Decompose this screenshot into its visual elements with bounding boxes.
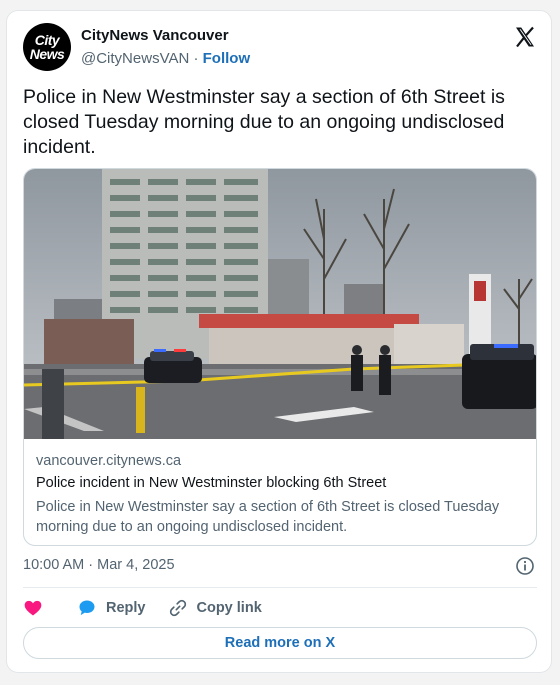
link-icon [169, 599, 186, 617]
like-button[interactable] [23, 598, 43, 618]
x-logo-icon[interactable] [513, 25, 537, 49]
copy-link-button[interactable]: Copy link [168, 598, 262, 618]
author-handle[interactable]: @CityNewsVAN [81, 50, 189, 67]
link-domain: vancouver.citynews.ca [36, 453, 182, 469]
avatar-text-news: News [29, 46, 65, 62]
follow-button[interactable]: Follow [203, 50, 251, 67]
reply-button[interactable]: Reply [77, 598, 146, 618]
reply-bubble-icon [79, 600, 95, 616]
action-bar: Reply Copy link [23, 597, 262, 619]
heart-icon [24, 600, 42, 616]
article-photo [24, 169, 536, 439]
author-handle-row: @CityNewsVAN · Follow [81, 50, 250, 67]
avatar[interactable]: City News [23, 23, 71, 71]
link-preview-card[interactable]: vancouver.citynews.ca Police incident in… [23, 168, 537, 546]
reply-label: Reply [106, 600, 146, 616]
post-timestamp[interactable]: 10:00 AM · Mar 4, 2025 [23, 557, 175, 573]
divider [23, 587, 537, 588]
embedded-post-card: City News CityNews Vancouver @CityNewsVA… [6, 10, 552, 673]
read-more-button[interactable]: Read more on X [23, 627, 537, 659]
handle-separator: · [189, 50, 203, 67]
copy-link-label: Copy link [196, 600, 262, 616]
post-text: Police in New Westminster say a section … [23, 86, 505, 158]
author-name[interactable]: CityNews Vancouver [81, 27, 229, 44]
link-title: Police incident in New Westminster block… [36, 475, 387, 491]
link-description: Police in New Westminster say a section … [36, 499, 500, 535]
avatar-text-city: City [34, 32, 60, 48]
info-icon[interactable] [515, 556, 535, 576]
